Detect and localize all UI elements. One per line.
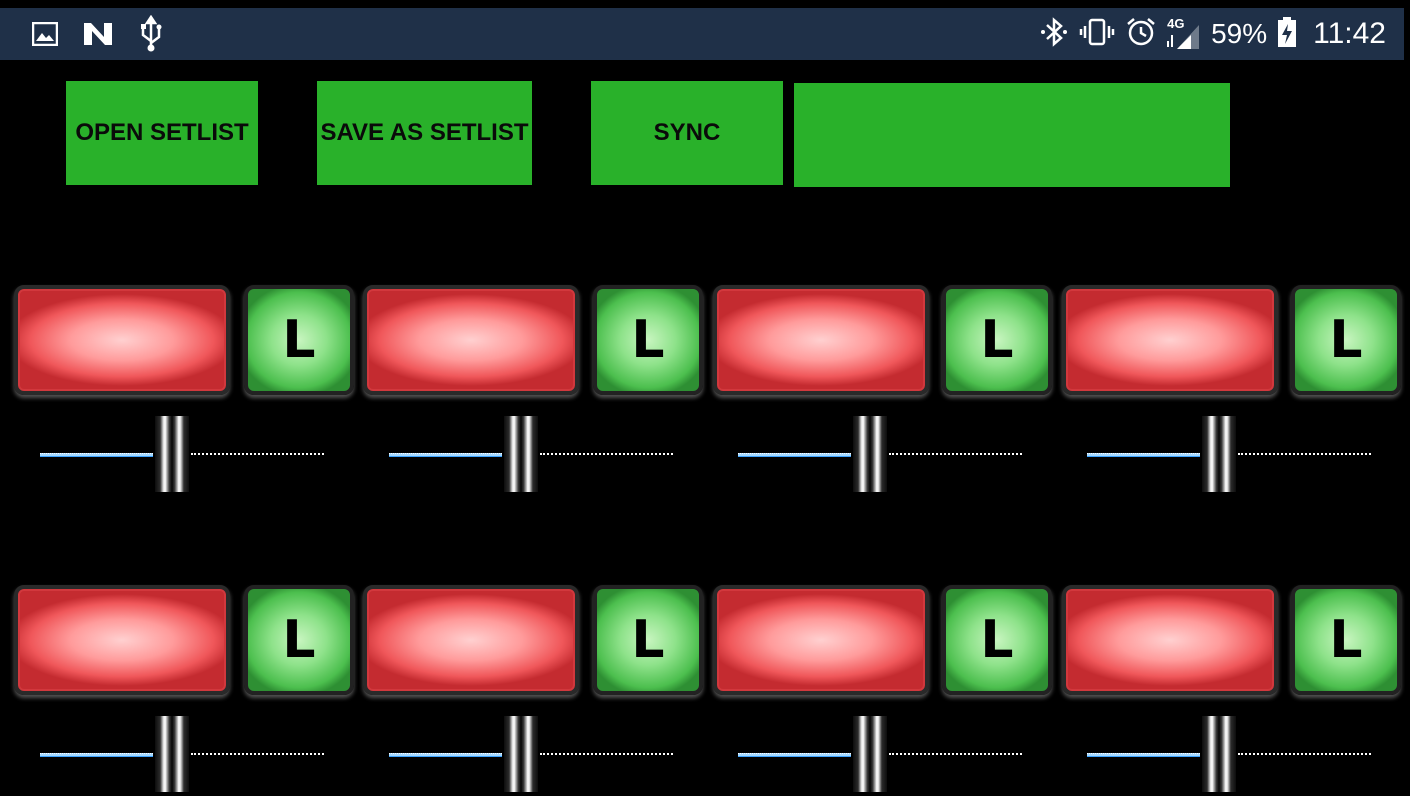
slider-track-filled: [1087, 453, 1200, 456]
slider-thumb[interactable]: [853, 716, 887, 792]
slider-thumb[interactable]: [1202, 416, 1236, 492]
slider-track-empty: [191, 453, 324, 455]
battery-percent: 59%: [1211, 18, 1268, 49]
slider-thumb[interactable]: [155, 416, 189, 492]
open-setlist-button[interactable]: OPEN SETLIST: [66, 81, 258, 185]
trigger-pad[interactable]: [713, 585, 929, 695]
volume-slider[interactable]: [1087, 416, 1377, 496]
lock-button[interactable]: L: [244, 285, 354, 395]
slider-thumb[interactable]: [504, 416, 538, 492]
trigger-pad[interactable]: [363, 285, 579, 395]
slider-track-empty: [1238, 453, 1371, 455]
trigger-pad[interactable]: [14, 585, 230, 695]
pad-row-2: L L L L: [0, 585, 1410, 701]
pad-row-1: L L L L: [0, 285, 1410, 401]
slider-track-empty: [889, 453, 1022, 455]
trigger-pad[interactable]: [713, 285, 929, 395]
slider-thumb[interactable]: [155, 716, 189, 792]
alarm-icon: [1125, 16, 1157, 53]
volume-slider[interactable]: [389, 716, 679, 796]
slider-track-filled: [40, 753, 153, 756]
sync-button[interactable]: SYNC: [591, 81, 783, 185]
slider-track-empty: [540, 453, 673, 455]
lock-button[interactable]: L: [942, 585, 1052, 695]
slider-track-filled: [1087, 753, 1200, 756]
vibrate-icon: [1079, 17, 1115, 52]
nfc-icon: [82, 8, 114, 60]
slider-track-filled: [738, 453, 851, 456]
trigger-pad[interactable]: [1062, 585, 1278, 695]
slider-track-empty: [191, 753, 324, 755]
volume-slider[interactable]: [40, 716, 330, 796]
slider-track-filled: [389, 453, 502, 456]
lock-button[interactable]: L: [1291, 585, 1401, 695]
volume-slider[interactable]: [1087, 716, 1377, 796]
trigger-pad[interactable]: [14, 285, 230, 395]
lock-button[interactable]: L: [593, 585, 703, 695]
slider-track-empty: [1238, 753, 1371, 755]
lock-button[interactable]: L: [942, 285, 1052, 395]
bluetooth-icon: [1039, 16, 1069, 53]
slider-thumb[interactable]: [504, 716, 538, 792]
slider-track-filled: [389, 753, 502, 756]
lock-button[interactable]: L: [1291, 285, 1401, 395]
save-as-setlist-button[interactable]: SAVE AS SETLIST: [317, 81, 532, 185]
signal-4g-icon: 4G: [1167, 17, 1201, 51]
status-bar: 4G 59% 11:42: [0, 8, 1404, 60]
slider-track-empty: [889, 753, 1022, 755]
trigger-pad[interactable]: [1062, 285, 1278, 395]
clock: 11:42: [1313, 17, 1386, 50]
setlist-name-display: [794, 83, 1230, 187]
lock-button[interactable]: L: [244, 585, 354, 695]
slider-track-filled: [40, 453, 153, 456]
slider-track-filled: [738, 753, 851, 756]
battery-icon: [1277, 16, 1297, 53]
slider-thumb[interactable]: [1202, 716, 1236, 792]
volume-slider[interactable]: [40, 416, 330, 496]
trigger-pad[interactable]: [363, 585, 579, 695]
volume-slider[interactable]: [738, 416, 1028, 496]
volume-slider[interactable]: [389, 416, 679, 496]
volume-slider[interactable]: [738, 716, 1028, 796]
lock-button[interactable]: L: [593, 285, 703, 395]
slider-thumb[interactable]: [853, 416, 887, 492]
status-right-group: 4G 59% 11:42: [1039, 8, 1386, 60]
gallery-icon: [32, 8, 58, 60]
usb-icon: [138, 8, 164, 60]
slider-track-empty: [540, 753, 673, 755]
